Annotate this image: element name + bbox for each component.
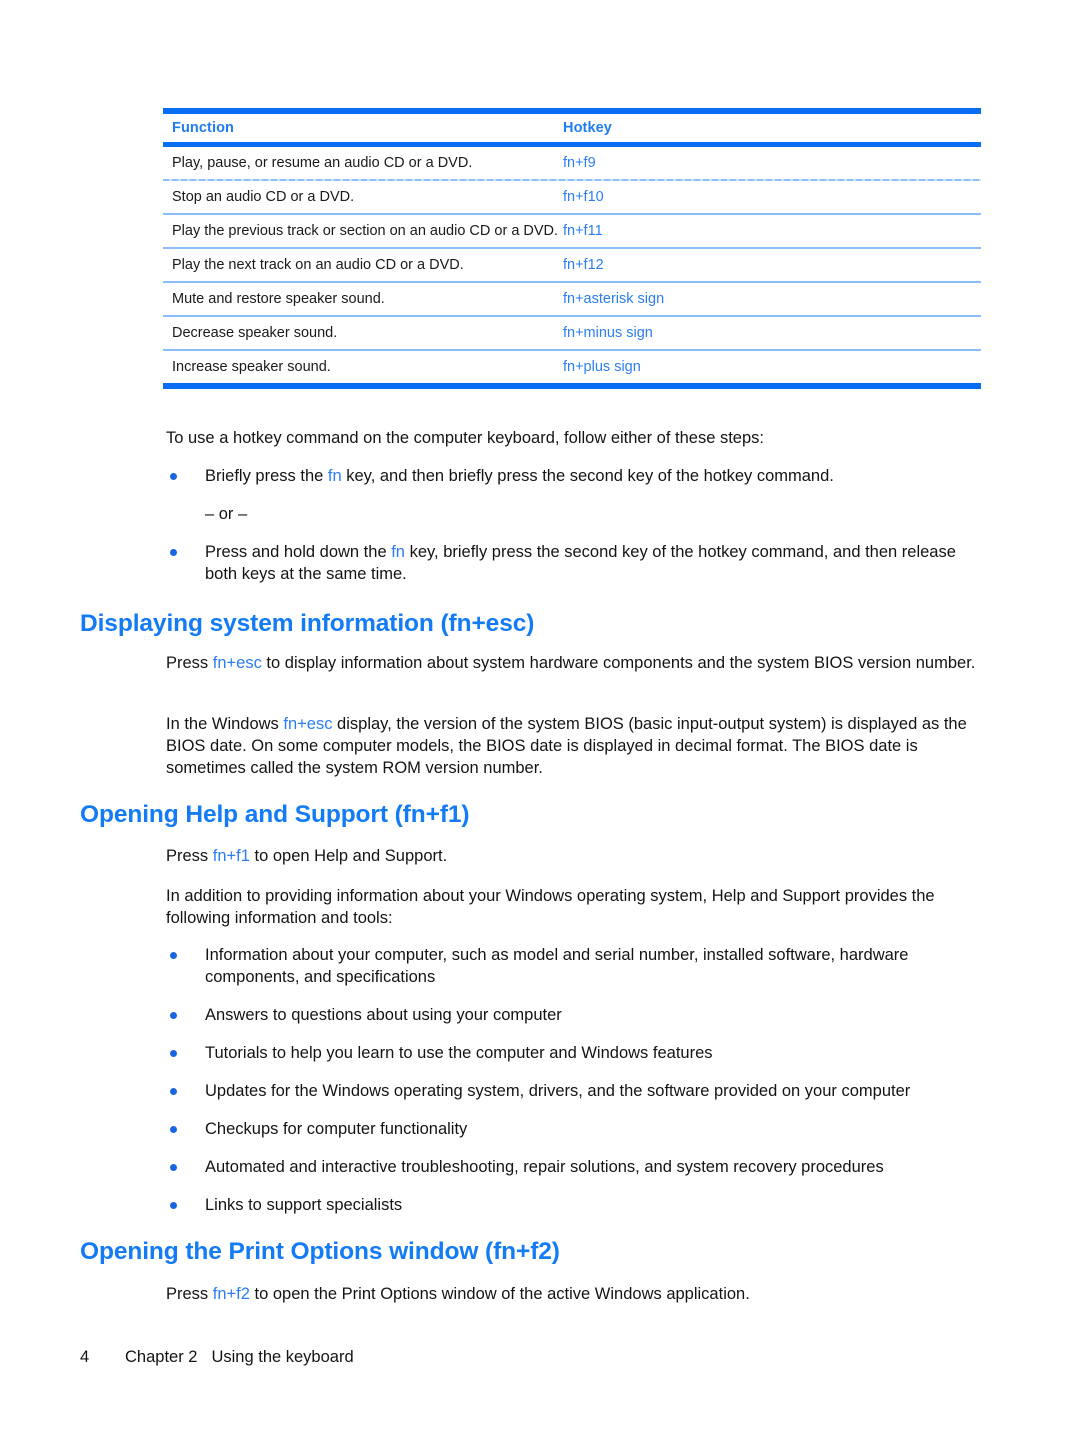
table-cell-hotkey: fn+f10 [563, 189, 604, 205]
bullet-dot-icon [170, 1050, 177, 1057]
bullet-dot-icon [170, 549, 177, 556]
paragraph-text-a: Press [166, 1285, 213, 1303]
bullet-dot-icon [170, 1126, 177, 1133]
list-item: Answers to questions about using your co… [166, 1004, 984, 1026]
sysinfo-paragraph-1: Press fn+esc to display information abou… [166, 652, 984, 674]
list-item-text: Information about your computer, such as… [205, 946, 909, 986]
table-header-row: Function Hotkey [163, 114, 981, 142]
bullet-dot-icon [170, 1202, 177, 1209]
bullet-dot-icon [170, 952, 177, 959]
table-row: Play the next track on an audio CD or a … [163, 249, 981, 281]
table-cell-hotkey: fn+f12 [563, 257, 604, 273]
heading-opening-print-options-window: Opening the Print Options window (fn+f2) [80, 1238, 560, 1265]
paragraph-text-a: Press [166, 847, 213, 865]
list-item-text: Tutorials to help you learn to use the c… [205, 1044, 713, 1062]
bullet-dot-icon [170, 1164, 177, 1171]
list-item-text-a: Briefly press the [205, 467, 328, 485]
hotkey-inline: fn+f1 [212, 847, 250, 865]
table-row: Mute and restore speaker sound. fn+aster… [163, 283, 981, 315]
bullet-dot-icon [170, 473, 177, 480]
table-row: Stop an audio CD or a DVD. fn+f10 [163, 181, 981, 213]
intro-lead-paragraph: To use a hotkey command on the computer … [166, 429, 764, 447]
footer-page-number: 4 [80, 1348, 90, 1366]
hotkey-inline: fn [327, 467, 342, 485]
bullet-dot-icon [170, 1012, 177, 1019]
hotkey-inline: fn [391, 543, 405, 561]
paragraph-text-b: to open Help and Support. [249, 847, 448, 865]
list-item: Tutorials to help you learn to use the c… [166, 1042, 984, 1064]
sysinfo-paragraph-2: In the Windows fn+esc display, the versi… [166, 713, 984, 779]
table-cell-hotkey: fn+f11 [563, 223, 603, 239]
list-item-text: Automated and interactive troubleshootin… [205, 1158, 884, 1176]
table-cell-function: Play, pause, or resume an audio CD or a … [172, 155, 473, 171]
or-divider-text: – or – [205, 505, 248, 523]
hotkey-table: Function Hotkey Play, pause, or resume a… [163, 108, 981, 389]
heading-opening-help-and-support: Opening Help and Support (fn+f1) [80, 801, 470, 828]
table-cell-hotkey: fn+minus sign [563, 325, 653, 341]
table-cell-hotkey: fn+plus sign [563, 359, 641, 375]
list-item: Information about your computer, such as… [166, 944, 984, 988]
table-cell-function: Decrease speaker sound. [172, 325, 338, 341]
hotkey-inline: fn+esc [212, 654, 262, 672]
help-features-list: Information about your computer, such as… [166, 944, 984, 1216]
paragraph-text-b: to open the Print Options window of the … [249, 1285, 750, 1303]
page-footer: 4 Chapter 2 Using the keyboard [80, 1348, 1000, 1367]
list-item: Links to support specialists [166, 1194, 984, 1216]
paragraph-text-a: In the Windows [166, 715, 284, 733]
table-row: Decrease speaker sound. fn+minus sign [163, 317, 981, 349]
list-item-text-b: key, and then briefly press the second k… [341, 467, 834, 485]
table-cell-function: Mute and restore speaker sound. [172, 291, 385, 307]
table-cell-hotkey: fn+f9 [563, 155, 596, 171]
document-page: Function Hotkey Play, pause, or resume a… [0, 0, 1080, 1437]
list-item: Automated and interactive troubleshootin… [166, 1156, 984, 1178]
footer-chapter-label: Chapter 2 [125, 1348, 198, 1366]
table-header-hotkey: Hotkey [563, 120, 612, 136]
hotkey-inline: fn+esc [283, 715, 333, 733]
list-item-text: Checkups for computer functionality [205, 1120, 468, 1138]
table-header-function: Function [172, 120, 235, 136]
list-item: Checkups for computer functionality [166, 1118, 984, 1140]
list-item-text: Links to support specialists [205, 1196, 403, 1214]
table-bottom-rule [163, 383, 981, 389]
print-paragraph-1: Press fn+f2 to open the Print Options wi… [166, 1283, 984, 1305]
table-cell-function: Play the next track on an audio CD or a … [172, 257, 464, 273]
table-row: Increase speaker sound. fn+plus sign [163, 351, 981, 383]
table-row: Play the previous track or section on an… [163, 215, 981, 247]
list-item: Updates for the Windows operating system… [166, 1080, 984, 1102]
list-item-text-a: Press and hold down the [205, 543, 392, 561]
table-cell-function: Stop an audio CD or a DVD. [172, 189, 355, 205]
list-item: Press and hold down the fn key, briefly … [166, 541, 984, 585]
paragraph-text-b: to display information about system hard… [261, 654, 976, 672]
table-cell-function: Play the previous track or section on an… [172, 223, 559, 239]
bullet-dot-icon [170, 1088, 177, 1095]
list-item-text: Updates for the Windows operating system… [205, 1082, 911, 1100]
help-paragraph-1: Press fn+f1 to open Help and Support. [166, 845, 984, 867]
hotkey-inline: fn+f2 [212, 1285, 250, 1303]
table-row: Play, pause, or resume an audio CD or a … [163, 147, 981, 179]
footer-chapter-title: Using the keyboard [211, 1348, 354, 1366]
list-item-text: Answers to questions about using your co… [205, 1006, 562, 1024]
list-item: Briefly press the fn key, and then brief… [166, 465, 984, 487]
help-paragraph-2: In addition to providing information abo… [166, 887, 935, 927]
paragraph-text-a: Press [166, 654, 213, 672]
table-cell-function: Increase speaker sound. [172, 359, 331, 375]
table-cell-hotkey: fn+asterisk sign [563, 291, 665, 307]
heading-displaying-system-information: Displaying system information (fn+esc) [80, 610, 535, 637]
intro-steps-list: Briefly press the fn key, and then brief… [166, 465, 984, 585]
